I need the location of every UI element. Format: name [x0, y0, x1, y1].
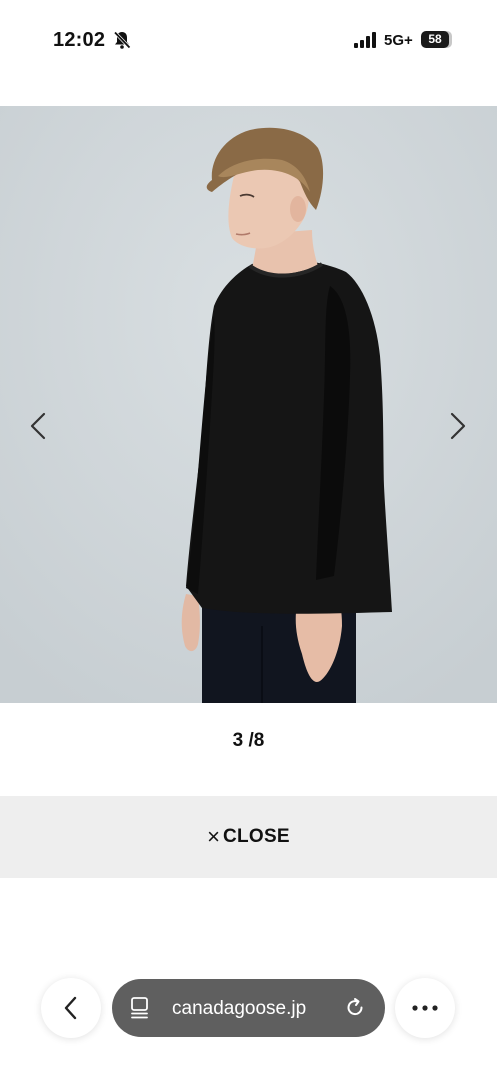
product-image-viewer[interactable]: [0, 106, 497, 703]
close-label: CLOSE: [222, 826, 290, 847]
chevron-left-icon: [64, 996, 77, 1020]
address-bar[interactable]: canadagoose.jp: [112, 979, 385, 1037]
browser-back-button[interactable]: [41, 978, 101, 1038]
close-button[interactable]: × CLOSE: [0, 796, 497, 878]
bell-mute-icon: [113, 31, 131, 49]
reload-icon[interactable]: [343, 996, 367, 1020]
close-icon: ×: [207, 824, 220, 849]
battery-indicator: 58: [421, 31, 449, 48]
url-text: canadagoose.jp: [172, 998, 307, 1019]
status-bar: 12:02 5G+ 58: [0, 0, 497, 80]
battery-level: 58: [428, 32, 442, 46]
page-icon: [131, 997, 148, 1019]
network-label: 5G+: [384, 32, 413, 49]
product-photo: [0, 106, 497, 703]
previous-image-button[interactable]: [24, 406, 54, 446]
next-image-button[interactable]: [442, 406, 472, 446]
clock: 12:02: [53, 29, 106, 51]
more-icon: [412, 1005, 438, 1011]
image-counter: 3 /8: [232, 730, 265, 751]
browser-more-button[interactable]: [395, 978, 455, 1038]
signal-icon: [354, 32, 376, 48]
